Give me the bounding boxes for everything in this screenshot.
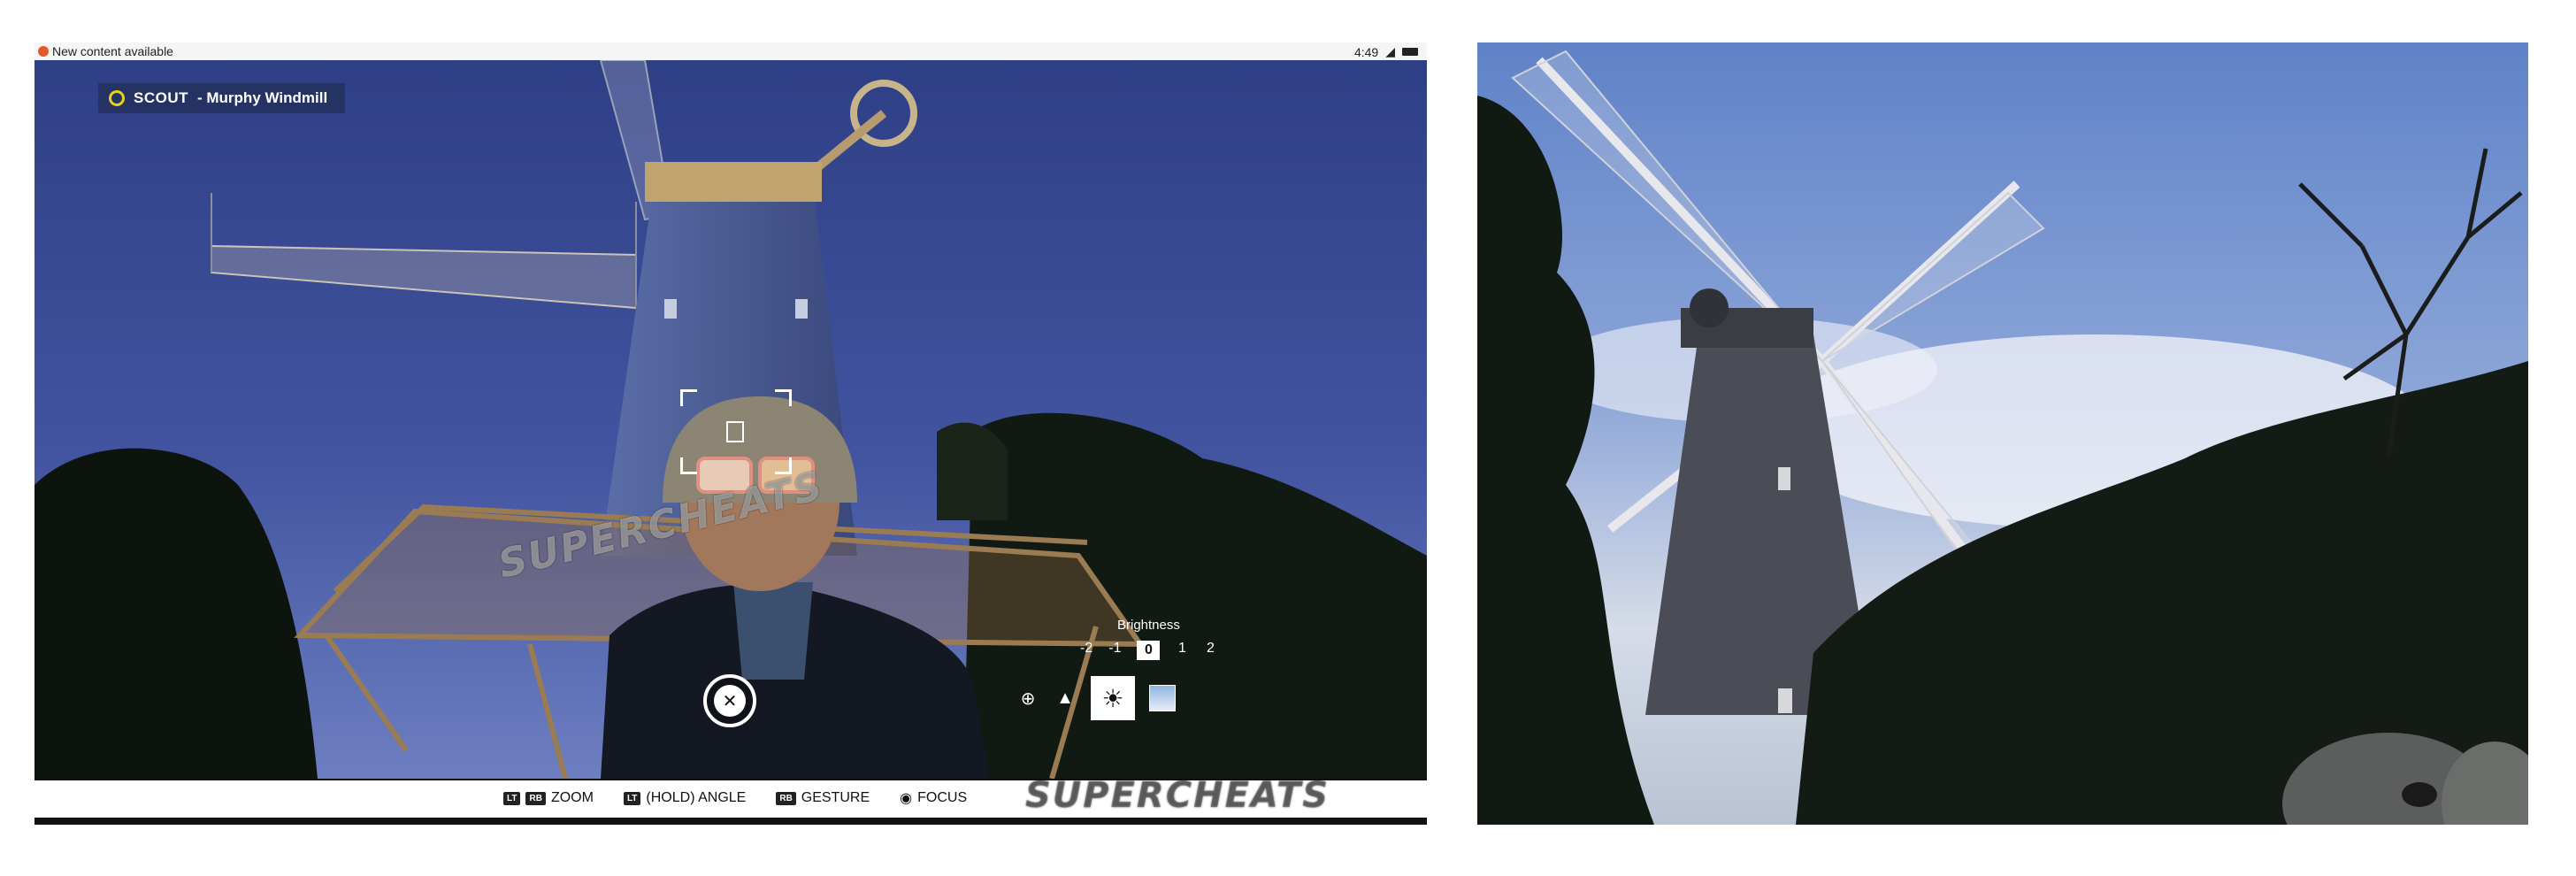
stick-icon: ◉ — [900, 791, 913, 806]
focus-reticle — [680, 389, 792, 474]
windmill-cap — [645, 162, 822, 202]
notification-icon — [38, 46, 49, 57]
lt-button-icon: LT — [503, 791, 521, 805]
brightness-option[interactable]: 2 — [1204, 641, 1216, 660]
device-status-bar: New content available 4:49 ◢ — [34, 42, 1427, 61]
shutter-button[interactable]: ✕ — [703, 674, 756, 727]
control-angle[interactable]: LT (HOLD) ANGLE — [623, 790, 747, 806]
brightness-option[interactable]: -1 — [1108, 641, 1121, 660]
close-icon: ✕ — [714, 685, 746, 717]
notification[interactable]: New content available — [38, 44, 173, 58]
control-label: GESTURE — [801, 790, 870, 805]
focus-center-icon — [726, 421, 744, 442]
landscape-icon[interactable]: ▲ — [1054, 687, 1077, 710]
brightness-scale: -2 -1 0 1 2 — [1080, 641, 1216, 660]
scout-brand: SCOUT — [134, 89, 188, 106]
lt-button-icon: LT — [623, 791, 641, 805]
control-gesture[interactable]: RB GESTURE — [776, 790, 870, 806]
signal-icon: ◢ — [1385, 44, 1395, 58]
controls-bar: LT RB ZOOM LT (HOLD) ANGLE RB GESTURE ◉ … — [34, 775, 1427, 819]
control-label: FOCUS — [917, 790, 968, 805]
control-zoom[interactable]: LT RB ZOOM — [503, 790, 594, 806]
notification-text: New content available — [52, 44, 173, 58]
brightness-option[interactable]: 1 — [1176, 641, 1188, 660]
scout-ring-icon — [109, 90, 125, 106]
status-right: 4:49 ◢ — [1354, 44, 1418, 59]
scout-label: SCOUT - Murphy Windmill — [98, 83, 346, 113]
controls-list: LT RB ZOOM LT (HOLD) ANGLE RB GESTURE ◉ … — [503, 789, 967, 807]
battery-icon — [1402, 48, 1418, 56]
camera-mode-icons: ⊕ ▲ ☀ — [1016, 676, 1176, 720]
control-label: (HOLD) ANGLE — [646, 790, 747, 805]
add-icon[interactable]: ⊕ — [1016, 687, 1039, 710]
brightness-icon[interactable]: ☀ — [1091, 676, 1135, 720]
brightness-option[interactable]: -2 — [1080, 641, 1092, 660]
brightness-title: Brightness — [1117, 618, 1180, 633]
rb-button-icon: RB — [525, 791, 546, 805]
game-camera-screenshot: New content available 4:49 ◢ SCOUT - Mur… — [34, 42, 1427, 825]
watermark-bottom: SUPERCHEATS — [1025, 775, 1330, 816]
rb-button-icon: RB — [776, 791, 796, 805]
scout-location: - Murphy Windmill — [197, 89, 328, 106]
brightness-option-selected[interactable]: 0 — [1137, 641, 1161, 660]
brightness-control: Brightness -2 -1 0 1 2 ⊕ ▲ ☀ — [1016, 618, 1246, 759]
clock: 4:49 — [1353, 44, 1379, 59]
control-label: ZOOM — [550, 790, 594, 805]
bottom-border — [34, 818, 1427, 825]
windmill-photo — [1477, 42, 2528, 825]
control-focus[interactable]: ◉ FOCUS — [900, 789, 967, 807]
reference-photo — [1477, 42, 2528, 825]
sky-filter-icon[interactable] — [1149, 685, 1176, 711]
